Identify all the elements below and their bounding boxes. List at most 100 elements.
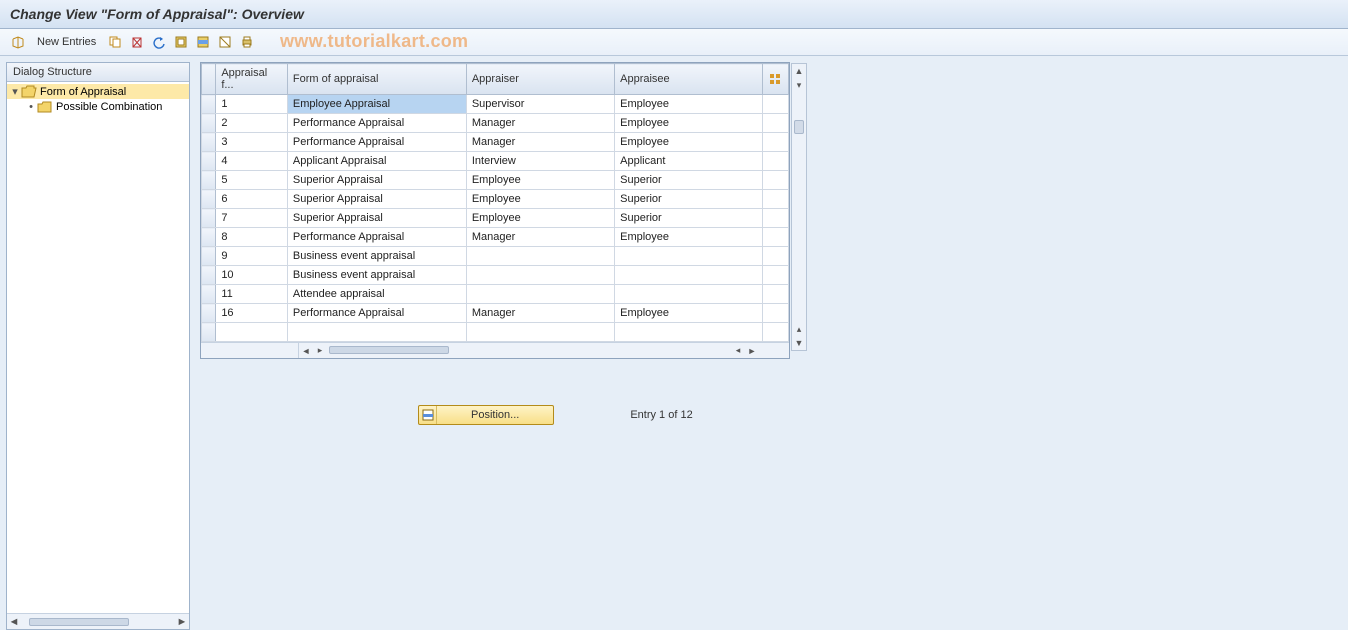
cell-appraiser[interactable]: Employee <box>466 190 614 209</box>
cell-form[interactable]: Employee Appraisal <box>287 95 466 114</box>
scroll-down-icon[interactable]: ▼ <box>795 336 804 350</box>
row-selector[interactable] <box>202 95 216 114</box>
row-selector[interactable] <box>202 247 216 266</box>
deselect-all-icon[interactable] <box>215 32 235 52</box>
table-row[interactable]: 3Performance AppraisalManagerEmployee <box>202 133 789 152</box>
tree-item-form-of-appraisal[interactable]: ▾ Form of Appraisal <box>7 84 189 99</box>
col-appraiser[interactable]: Appraiser <box>466 64 614 95</box>
row-selector[interactable] <box>202 171 216 190</box>
row-selector[interactable] <box>202 114 216 133</box>
col-appraisee[interactable]: Appraisee <box>615 64 763 95</box>
cell-form[interactable]: Performance Appraisal <box>287 228 466 247</box>
row-selector[interactable] <box>202 190 216 209</box>
cell-appraisee[interactable]: Employee <box>615 228 763 247</box>
table-row[interactable]: 11Attendee appraisal <box>202 285 789 304</box>
cell-form[interactable]: Business event appraisal <box>287 247 466 266</box>
scroll-right-fast-icon[interactable]: ◂ <box>731 345 745 356</box>
row-selector[interactable] <box>202 266 216 285</box>
scroll-up-icon[interactable]: ▲ <box>795 64 804 78</box>
cell-appraiser[interactable]: Supervisor <box>466 95 614 114</box>
col-appraisal-f[interactable]: Appraisal f... <box>216 64 288 95</box>
table-row[interactable]: 1Employee AppraisalSupervisorEmployee <box>202 95 789 114</box>
cell-id[interactable]: 11 <box>216 285 288 304</box>
cell-form[interactable]: Superior Appraisal <box>287 209 466 228</box>
table-vertical-scrollbar[interactable]: ▲ ▾ ▴ ▼ <box>791 63 807 351</box>
cell-id[interactable]: 5 <box>216 171 288 190</box>
cell-form[interactable]: Performance Appraisal <box>287 304 466 323</box>
row-selector[interactable] <box>202 152 216 171</box>
cell-appraisee[interactable]: Employee <box>615 304 763 323</box>
cell-id[interactable]: 8 <box>216 228 288 247</box>
cell-id[interactable]: 7 <box>216 209 288 228</box>
cell-form[interactable]: Business event appraisal <box>287 266 466 285</box>
table-row[interactable]: 2Performance AppraisalManagerEmployee <box>202 114 789 133</box>
cell-appraiser[interactable] <box>466 247 614 266</box>
col-form-of-appraisal[interactable]: Form of appraisal <box>287 64 466 95</box>
cell-appraisee[interactable]: Employee <box>615 133 763 152</box>
table-row[interactable]: 16Performance AppraisalManagerEmployee <box>202 304 789 323</box>
row-selector-header[interactable] <box>202 64 216 95</box>
copy-as-icon[interactable] <box>105 32 125 52</box>
cell-appraisee[interactable] <box>615 247 763 266</box>
table-row[interactable] <box>202 323 789 342</box>
cell-form[interactable] <box>287 323 466 342</box>
scroll-up-fast-icon[interactable]: ▾ <box>797 78 802 92</box>
vscroll-thumb[interactable] <box>794 120 804 134</box>
other-view-icon[interactable] <box>8 32 28 52</box>
cell-id[interactable] <box>216 323 288 342</box>
new-entries-button[interactable]: New Entries <box>30 33 103 51</box>
cell-id[interactable]: 6 <box>216 190 288 209</box>
cell-id[interactable]: 10 <box>216 266 288 285</box>
cell-appraiser[interactable]: Manager <box>466 304 614 323</box>
delete-icon[interactable] <box>127 32 147 52</box>
cell-appraisee[interactable] <box>615 323 763 342</box>
cell-appraisee[interactable] <box>615 266 763 285</box>
table-row[interactable]: 7Superior AppraisalEmployeeSuperior <box>202 209 789 228</box>
table-settings-icon[interactable] <box>763 64 789 95</box>
cell-form[interactable]: Performance Appraisal <box>287 114 466 133</box>
cell-appraiser[interactable] <box>466 285 614 304</box>
scroll-right-icon[interactable]: ► <box>745 346 759 356</box>
undo-icon[interactable] <box>149 32 169 52</box>
scroll-left-icon[interactable]: ◄ <box>299 346 313 356</box>
row-selector[interactable] <box>202 209 216 228</box>
cell-appraisee[interactable]: Superior <box>615 171 763 190</box>
cell-appraiser[interactable] <box>466 266 614 285</box>
cell-appraisee[interactable]: Applicant <box>615 152 763 171</box>
cell-form[interactable]: Superior Appraisal <box>287 171 466 190</box>
row-selector[interactable] <box>202 304 216 323</box>
cell-form[interactable]: Superior Appraisal <box>287 190 466 209</box>
cell-id[interactable]: 3 <box>216 133 288 152</box>
select-block-icon[interactable] <box>193 32 213 52</box>
row-selector[interactable] <box>202 228 216 247</box>
cell-appraisee[interactable]: Superior <box>615 190 763 209</box>
cell-appraisee[interactable]: Superior <box>615 209 763 228</box>
scroll-left-icon[interactable]: ◄ <box>7 616 21 628</box>
cell-appraiser[interactable]: Employee <box>466 171 614 190</box>
table-row[interactable]: 6Superior AppraisalEmployeeSuperior <box>202 190 789 209</box>
cell-appraiser[interactable]: Interview <box>466 152 614 171</box>
scroll-thumb[interactable] <box>29 618 129 626</box>
table-row[interactable]: 10Business event appraisal <box>202 266 789 285</box>
tree-collapse-icon[interactable]: ▾ <box>9 85 21 98</box>
cell-form[interactable]: Performance Appraisal <box>287 133 466 152</box>
hscroll-thumb[interactable] <box>329 346 449 354</box>
tree-horizontal-scrollbar[interactable]: ◄ ► <box>7 613 189 629</box>
cell-id[interactable]: 16 <box>216 304 288 323</box>
cell-form[interactable]: Applicant Appraisal <box>287 152 466 171</box>
cell-appraiser[interactable]: Manager <box>466 228 614 247</box>
cell-appraiser[interactable] <box>466 323 614 342</box>
print-icon[interactable] <box>237 32 257 52</box>
tree-item-possible-combination[interactable]: • Possible Combination <box>7 99 189 114</box>
cell-appraiser[interactable]: Manager <box>466 114 614 133</box>
select-all-icon[interactable] <box>171 32 191 52</box>
table-horizontal-scrollbar[interactable]: ◄ ▸ ◂ ► <box>201 342 789 358</box>
vscroll-track[interactable] <box>792 92 806 322</box>
table-row[interactable]: 5Superior AppraisalEmployeeSuperior <box>202 171 789 190</box>
cell-id[interactable]: 4 <box>216 152 288 171</box>
cell-appraisee[interactable]: Employee <box>615 95 763 114</box>
cell-id[interactable]: 2 <box>216 114 288 133</box>
row-selector[interactable] <box>202 285 216 304</box>
table-row[interactable]: 8Performance AppraisalManagerEmployee <box>202 228 789 247</box>
row-selector[interactable] <box>202 323 216 342</box>
